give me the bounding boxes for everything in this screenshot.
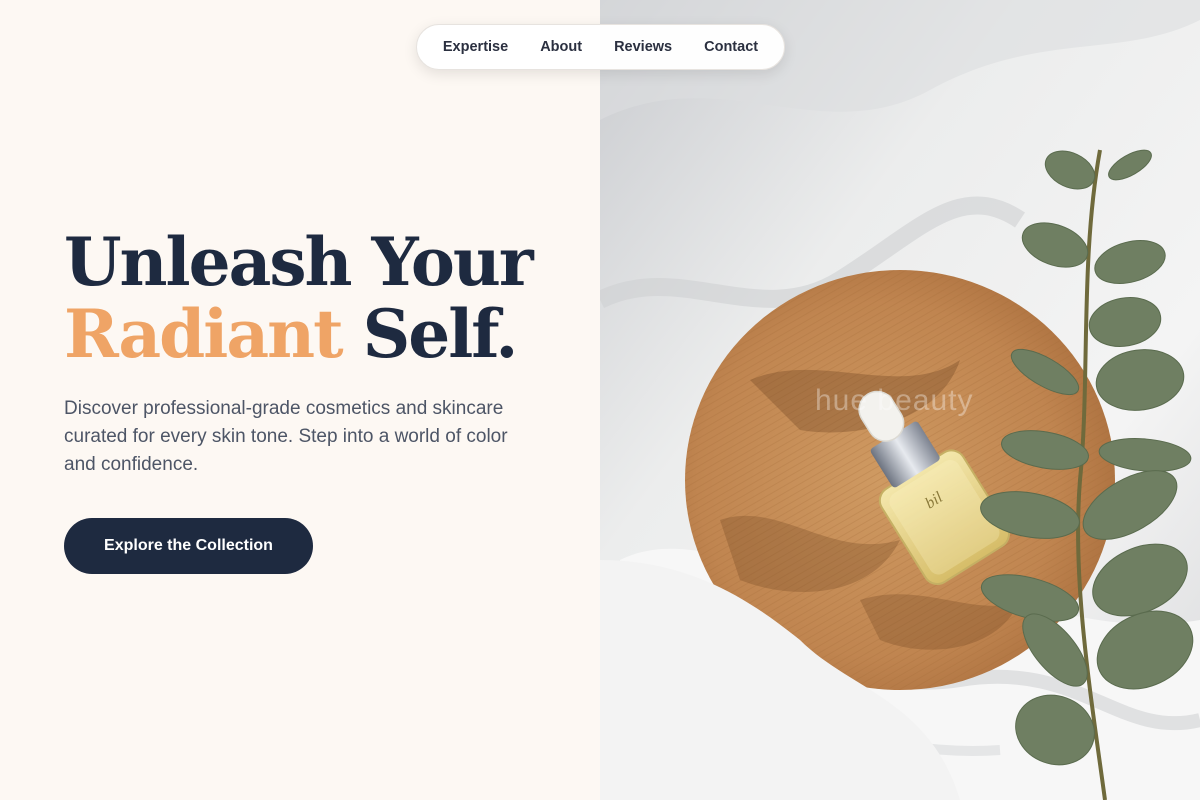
hero-description: Discover professional-grade cosmetics an… bbox=[64, 398, 508, 475]
hero-image: bil bbox=[600, 0, 1200, 800]
nav-link-about[interactable]: About bbox=[524, 24, 598, 70]
hero-title-accent: Radiant bbox=[64, 295, 344, 373]
hero-title-rest: Self. bbox=[341, 295, 519, 373]
nav-link-contact[interactable]: Contact bbox=[688, 24, 774, 70]
top-nav: Expertise About Reviews Contact bbox=[416, 24, 785, 70]
hero-title-line1: Unleash Your bbox=[64, 223, 534, 301]
hero-title: Unleash Your Radiant Self. bbox=[64, 223, 534, 373]
explore-collection-button[interactable]: Explore the Collection bbox=[64, 518, 313, 574]
nav-link-expertise[interactable]: Expertise bbox=[427, 24, 524, 70]
nav-link-reviews[interactable]: Reviews bbox=[598, 24, 688, 70]
